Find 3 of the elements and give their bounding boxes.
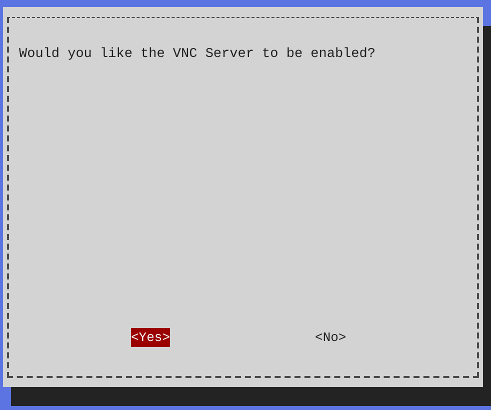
- no-button[interactable]: <No>: [315, 328, 346, 347]
- yes-button[interactable]: <Yes>: [131, 328, 170, 347]
- dialog-message: Would you like the VNC Server to be enabled?: [19, 47, 376, 62]
